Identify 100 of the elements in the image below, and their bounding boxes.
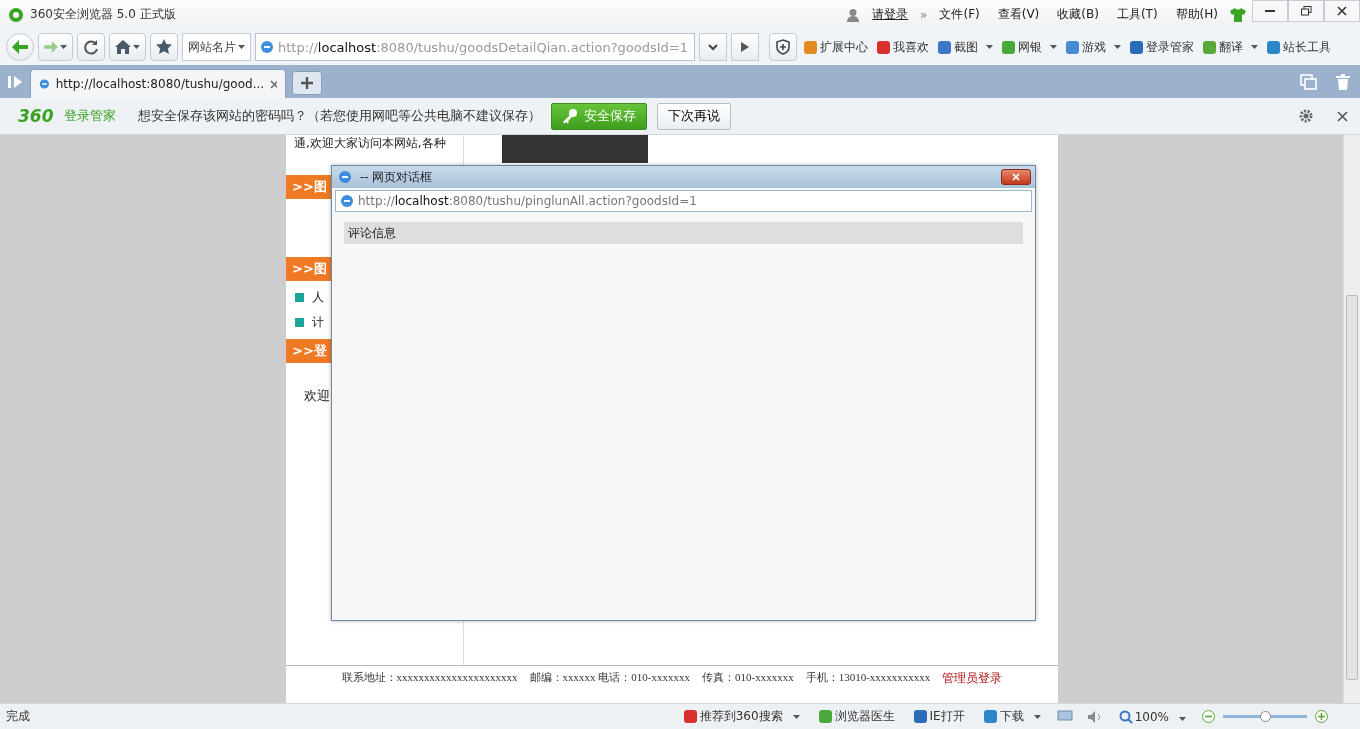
favorites-button[interactable] (150, 33, 178, 61)
toolbar-button[interactable]: 截图 (935, 38, 995, 56)
later-button[interactable]: 下次再说 (656, 102, 731, 130)
screen-icon[interactable] (1056, 710, 1073, 723)
caret-icon (238, 45, 245, 49)
tool-icon (817, 709, 833, 724)
minimize-icon (1265, 10, 1275, 12)
zoom-button[interactable]: 100% (1116, 709, 1188, 724)
toolbar-button[interactable]: 站长工具 (1264, 38, 1333, 56)
tool-icon (912, 709, 928, 724)
status-button[interactable]: 下载 (980, 708, 1043, 725)
brand-logo: 360 (18, 106, 54, 126)
tool-icon (1202, 39, 1217, 55)
comments-heading: 评论信息 (344, 222, 1023, 244)
menu-item[interactable]: 文件(F) (939, 6, 980, 23)
bullet-icon (295, 318, 304, 327)
caret-icon (792, 714, 800, 719)
trash-icon[interactable] (1334, 72, 1352, 91)
shield-icon (775, 39, 791, 55)
footer-text: 邮编：xxxxxx 电话：010-xxxxxxx (529, 670, 691, 685)
speaker-icon[interactable] (1086, 709, 1103, 724)
bullet-icon (295, 293, 304, 302)
caret-icon (1114, 45, 1121, 49)
admin-login-link[interactable]: 管理员登录 (942, 670, 1003, 703)
minimize-button[interactable] (1252, 0, 1288, 22)
status-button[interactable]: 浏览器医生 (815, 708, 897, 725)
caret-icon (986, 45, 993, 49)
site-card-button[interactable]: 网站名片 (182, 33, 251, 61)
close-icon[interactable] (270, 79, 277, 89)
footer-text: 手机：13010-xxxxxxxxxxx (805, 670, 931, 685)
intro-text: 通,欢迎大家访问本网站,各种 (293, 135, 447, 152)
tool-icon (1129, 39, 1144, 55)
toolbar-button[interactable]: 游戏 (1063, 38, 1123, 56)
sidebar-toggle-icon[interactable] (8, 74, 24, 89)
browser-tab[interactable]: http://localhost:8080/tushu/good... (30, 69, 286, 98)
restore-icon (1300, 6, 1312, 16)
zoom-in-icon[interactable] (1315, 710, 1328, 723)
tool-icon (937, 39, 952, 55)
refresh-icon (83, 39, 99, 55)
toolbar-button[interactable]: 扩展中心 (801, 38, 870, 56)
welcome-text: 欢迎 (304, 388, 330, 403)
back-button[interactable] (6, 33, 34, 61)
new-tab-button[interactable] (292, 71, 322, 95)
maximize-button[interactable] (1288, 0, 1324, 22)
toolbar-button[interactable]: 网银 (999, 38, 1059, 56)
category-link[interactable]: 人 (312, 289, 324, 306)
settings-icon[interactable] (1299, 109, 1313, 123)
caret-icon (1050, 45, 1057, 49)
caret-icon (1251, 45, 1258, 49)
close-icon (1012, 173, 1020, 181)
caret-icon (133, 45, 140, 49)
status-button[interactable]: IE打开 (910, 708, 967, 725)
close-icon (1337, 6, 1347, 16)
caret-icon (1033, 714, 1041, 719)
refresh-button[interactable] (77, 33, 105, 61)
close-button[interactable] (1324, 0, 1360, 22)
login-link[interactable]: 请登录 (872, 6, 909, 23)
status-button[interactable]: 推荐到360搜索 (680, 708, 802, 725)
dialog-close-button[interactable] (1001, 169, 1031, 185)
save-password-prompt: 想安全保存该网站的密码吗？（若您使用网吧等公共电脑不建议保存） (137, 107, 541, 125)
tool-icon (876, 39, 891, 55)
brand-name: 登录管家 (63, 107, 116, 125)
home-icon (115, 40, 131, 54)
scrollbar[interactable] (1343, 135, 1360, 703)
toolbar-button[interactable]: 登录管家 (1127, 38, 1196, 56)
toolbar-button[interactable]: 翻译 (1200, 38, 1260, 56)
star-icon (156, 39, 172, 55)
forward-arrow-icon (44, 41, 58, 53)
magnifier-icon (1118, 709, 1133, 724)
menu-item[interactable]: 工具(T) (1116, 6, 1158, 23)
browser-logo-icon (8, 6, 24, 23)
windows-icon[interactable] (1300, 73, 1318, 90)
key-icon (561, 108, 578, 124)
security-button[interactable] (769, 33, 797, 61)
footer-text: 联系地址：xxxxxxxxxxxxxxxxxxxxxx (341, 670, 518, 685)
address-field[interactable]: http://localhost:8080/tushu/goodsDetailQian.action?goodsId=1 (255, 33, 695, 61)
chevron-down-icon (708, 43, 718, 51)
shirt-icon[interactable] (1230, 7, 1246, 22)
slider-thumb[interactable] (1260, 711, 1271, 722)
home-button[interactable] (109, 33, 146, 61)
zoom-out-icon[interactable] (1202, 710, 1215, 723)
menu-item[interactable]: 帮助(H) (1175, 6, 1218, 23)
menu-item[interactable]: 收藏(B) (1057, 6, 1099, 23)
chevron-icon: » (920, 7, 928, 22)
status-text: 完成 (6, 708, 30, 725)
category-link[interactable]: 计 (312, 314, 324, 331)
tool-icon (803, 39, 818, 55)
plus-icon (301, 77, 313, 89)
address-dropdown-button[interactable] (699, 33, 727, 61)
tool-icon (1001, 39, 1016, 55)
close-icon[interactable] (1337, 110, 1348, 122)
user-icon (846, 7, 861, 22)
tool-icon (982, 709, 998, 724)
menu-item[interactable]: 查看(V) (997, 6, 1040, 23)
window-title: 360安全浏览器 5.0 正式版 (30, 6, 176, 23)
toolbar-button[interactable]: 我喜欢 (874, 38, 931, 56)
footer-text: 传真：010-xxxxxxx (702, 670, 794, 685)
back-arrow-icon (12, 40, 28, 54)
dialog-address-field: http://localhost:8080/tushu/pinglunAll.action?goodsId=1 (335, 190, 1032, 212)
go-button[interactable] (731, 33, 759, 61)
